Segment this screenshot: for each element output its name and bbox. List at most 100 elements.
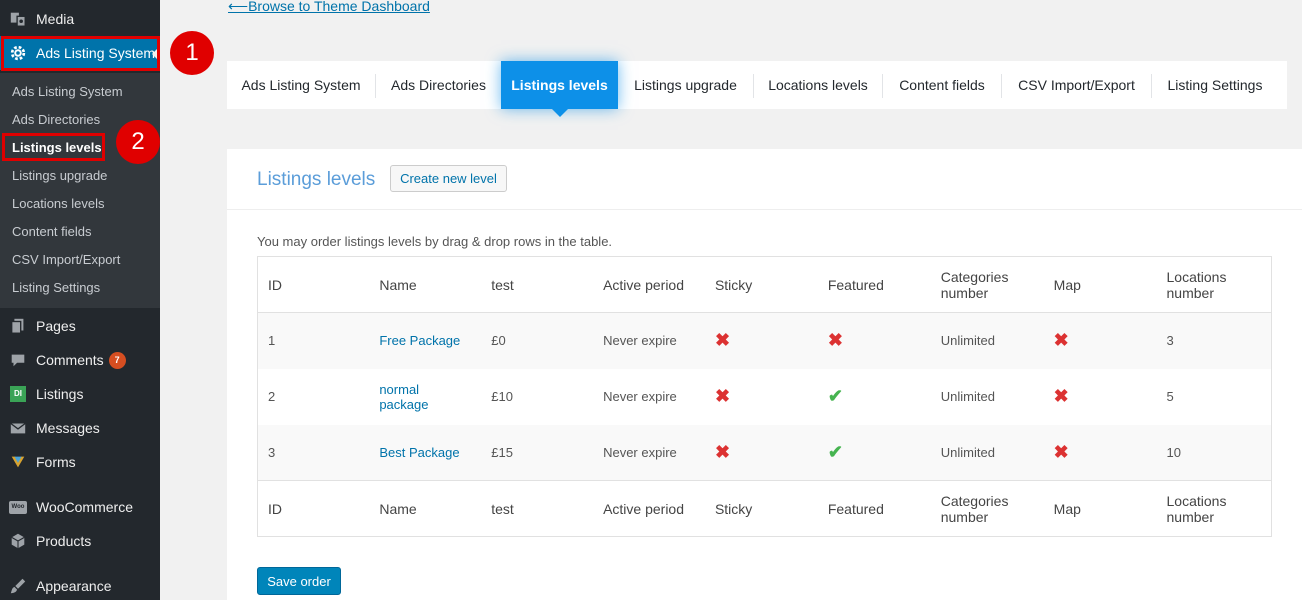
tab-listing-settings[interactable]: Listing Settings	[1152, 61, 1278, 109]
listings-levels-panel: Listings levels Create new level You may…	[227, 149, 1302, 600]
cell-featured: ✔	[818, 369, 931, 425]
column-footer-name: Name	[379, 500, 417, 517]
cell-id: 1	[268, 333, 276, 349]
column-header-test: test	[491, 276, 514, 293]
annotation-number-2: 2	[116, 120, 160, 164]
comments-icon	[0, 351, 36, 369]
submenu-item-csv-import-export[interactable]: CSV Import/Export	[12, 252, 120, 267]
cell-sticky: ✖	[705, 425, 818, 481]
cell-name: normal package	[369, 369, 481, 425]
menu-label: Media	[36, 11, 75, 27]
level-name-link[interactable]: Best Package	[379, 445, 459, 460]
cell-sticky: ✖	[705, 313, 818, 369]
pages-icon	[0, 317, 36, 335]
browse-to-theme-dashboard-link[interactable]: ⟵Browse to Theme Dashboard	[228, 0, 430, 15]
menu-item-pages[interactable]: Pages	[0, 309, 160, 343]
submenu-item-listings-upgrade[interactable]: Listings upgrade	[12, 168, 107, 183]
submenu-item-listing-settings[interactable]: Listing Settings	[12, 280, 100, 295]
column-header-id: ID	[268, 276, 282, 293]
table-header-row: ID Name test Active period Sticky Featur…	[257, 257, 1272, 313]
submenu-item-locations-levels[interactable]: Locations levels	[12, 196, 105, 211]
cell-locations-number: 10	[1166, 444, 1181, 460]
menu-label: Messages	[36, 420, 100, 436]
tab-listings-upgrade[interactable]: Listings upgrade	[618, 61, 753, 109]
table-row[interactable]: 3 Best Package £15 Never expire ✖ ✔ Unli…	[257, 424, 1272, 481]
forms-icon	[0, 453, 36, 471]
column-header-map: Map	[1053, 276, 1081, 293]
column-footer-locations-number: Locations number	[1166, 492, 1227, 525]
menu-label: WooCommerce	[36, 499, 133, 515]
column-header-name: Name	[379, 276, 417, 293]
table-row[interactable]: 2 normal package £10 Never expire ✖ ✔ Un…	[258, 369, 1272, 425]
tab-content-fields[interactable]: Content fields	[883, 61, 1001, 109]
level-name-link[interactable]: Free Package	[379, 333, 460, 348]
menu-item-media[interactable]: Media	[0, 2, 160, 36]
gear-icon	[0, 44, 36, 62]
table-row[interactable]: 1 Free Package £0 Never expire ✖ ✖ Unlim…	[257, 312, 1272, 369]
cross-icon: ✖	[827, 330, 843, 351]
tab-ads-listing-system[interactable]: Ads Listing System	[227, 61, 375, 109]
cell-locations-number: 3	[1166, 333, 1174, 349]
cell-active-period: Never expire	[603, 389, 677, 404]
drag-drop-hint: You may order listings levels by drag & …	[257, 234, 613, 249]
cell-map: ✖	[1044, 369, 1157, 425]
listings-levels-table: ID Name test Active period Sticky Featur…	[257, 256, 1272, 537]
tab-ads-directories[interactable]: Ads Directories	[376, 61, 501, 109]
cross-icon: ✖	[1053, 441, 1069, 462]
comments-count-badge: 7	[108, 351, 126, 369]
column-footer-id: ID	[268, 500, 282, 517]
appearance-icon	[0, 577, 36, 595]
menu-label: Pages	[36, 318, 76, 334]
menu-item-messages[interactable]: Messages	[0, 411, 160, 445]
column-footer-categories-number: Categories number	[940, 492, 1009, 525]
column-footer-featured: Featured	[827, 500, 884, 517]
menu-label: Forms	[36, 454, 76, 470]
menu-label: Products	[36, 533, 92, 549]
column-header-sticky: Sticky	[714, 276, 753, 293]
column-header-featured: Featured	[827, 276, 884, 293]
woocommerce-icon: Woo	[0, 500, 36, 514]
menu-item-forms[interactable]: Forms	[0, 445, 160, 479]
column-footer-sticky: Sticky	[714, 500, 753, 517]
menu-item-comments[interactable]: Comments 7	[0, 343, 160, 377]
cell-map: ✖	[1044, 425, 1157, 481]
menu-item-appearance[interactable]: Appearance	[0, 569, 160, 600]
menu-label: Comments	[36, 352, 104, 368]
level-name-link[interactable]: normal package	[379, 382, 428, 412]
cell-test: £15	[491, 444, 513, 460]
menu-item-ads-listing-system[interactable]: Ads Listing System	[0, 36, 160, 70]
submenu-item-ads-directories[interactable]: Ads Directories	[12, 112, 100, 127]
submenu	[0, 73, 160, 308]
menu-label: Ads Listing System	[36, 45, 156, 61]
table-footer-row: ID Name test Active period Sticky Featur…	[257, 480, 1272, 537]
cross-icon: ✖	[1053, 330, 1069, 351]
cell-categories-number: Unlimited	[940, 444, 995, 460]
create-new-level-button[interactable]: Create new level	[390, 165, 507, 192]
cell-active-period: Never expire	[603, 444, 677, 460]
submenu-item-content-fields[interactable]: Content fields	[12, 224, 92, 239]
submenu-item-ads-listing-system[interactable]: Ads Listing System	[12, 84, 123, 99]
tab-listings-levels[interactable]: Listings levels	[501, 61, 618, 117]
page-title: Listings levels	[257, 169, 376, 190]
menu-label: Appearance	[36, 578, 112, 594]
cell-id: 2	[268, 389, 276, 404]
menu-item-products[interactable]: Products	[0, 524, 160, 558]
cell-test: £0	[491, 333, 506, 349]
submenu-item-listings-levels[interactable]: Listings levels	[12, 140, 102, 155]
cell-locations-number: 5	[1166, 389, 1174, 404]
menu-label: Listings	[36, 386, 84, 402]
column-footer-active-period: Active period	[603, 500, 685, 517]
listings-icon: DI	[0, 386, 36, 402]
column-footer-map: Map	[1053, 500, 1081, 517]
menu-item-woocommerce[interactable]: Woo WooCommerce	[0, 490, 160, 524]
save-order-button[interactable]: Save order	[257, 567, 341, 595]
menu-item-listings[interactable]: DI Listings	[0, 377, 160, 411]
tab-csv-import-export[interactable]: CSV Import/Export	[1002, 61, 1151, 109]
cell-categories-number: Unlimited	[940, 389, 995, 404]
settings-tab-bar: Ads Listing System Ads Directories Listi…	[227, 61, 1287, 117]
tab-locations-levels[interactable]: Locations levels	[754, 61, 882, 109]
cell-map: ✖	[1044, 313, 1157, 369]
cell-active-period: Never expire	[603, 333, 677, 349]
panel-header: Listings levels Create new level	[227, 149, 1302, 210]
cell-test: £10	[491, 389, 513, 404]
